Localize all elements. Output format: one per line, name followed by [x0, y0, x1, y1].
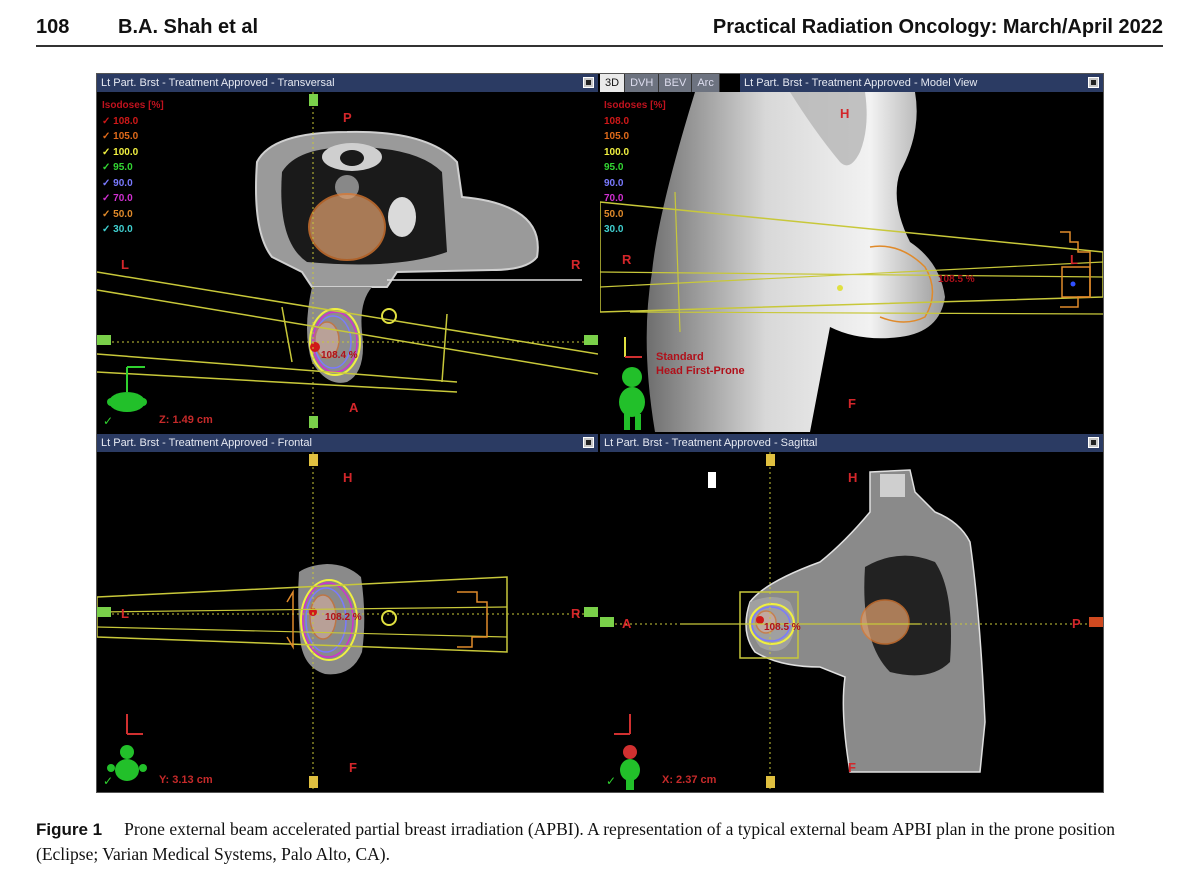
- dir-right-label: P: [1072, 616, 1081, 631]
- slice-coordinate: Y: 3.13 cm: [159, 774, 213, 786]
- check-icon: ✓: [103, 414, 114, 428]
- dir-right-label: R: [571, 606, 581, 621]
- sagittal-titlebar: Lt Part. Brst - Treatment Approved - Sag…: [600, 434, 1103, 452]
- slice-coordinate: Z: 1.49 cm: [159, 414, 213, 426]
- dir-right-label: L: [1070, 252, 1078, 267]
- tab-bev[interactable]: BEV: [659, 74, 693, 92]
- sagittal-title: Lt Part. Brst - Treatment Approved - Sag…: [604, 437, 818, 449]
- model-title: Lt Part. Brst - Treatment Approved - Mod…: [744, 77, 978, 89]
- treatment-plan-figure: Lt Part. Brst - Treatment Approved - Tra…: [96, 73, 1104, 793]
- model-titlebar: Lt Part. Brst - Treatment Approved - Mod…: [740, 74, 1103, 92]
- tab-arc[interactable]: Arc: [692, 74, 720, 92]
- isodose-row: 50.0: [604, 208, 624, 220]
- patient-orientation: Standard Head First-Prone: [656, 351, 745, 377]
- dir-left-label: L: [121, 606, 129, 621]
- dir-bottom-label: F: [848, 396, 856, 411]
- isodose-row: ✓ 50.0: [102, 208, 133, 220]
- sagittal-image: [600, 452, 1103, 792]
- slice-coordinate: X: 2.37 cm: [662, 774, 717, 786]
- dir-top-label: H: [840, 106, 850, 121]
- dir-top-label: H: [343, 470, 353, 485]
- isodose-row: 108.0: [604, 115, 630, 127]
- isodose-row: 95.0: [604, 162, 624, 173]
- isodose-row: 105.0: [604, 131, 630, 142]
- max-dose-label: 108.5 %: [764, 622, 801, 633]
- dir-bottom-label: A: [349, 400, 359, 415]
- dir-left-label: L: [121, 257, 129, 272]
- maximize-icon[interactable]: [1088, 437, 1099, 448]
- max-dose-label: 108.5 %: [938, 274, 975, 285]
- running-authors: B.A. Shah et al: [118, 16, 259, 38]
- transversal-titlebar: Lt Part. Brst - Treatment Approved - Tra…: [97, 74, 598, 92]
- isodose-row: 30.0: [604, 224, 624, 235]
- page-number: 108: [36, 16, 70, 38]
- isodose-row: ✓ 30.0: [102, 224, 133, 235]
- isodose-row: ✓ 100.0: [102, 146, 139, 158]
- model-3d-image: [600, 92, 1103, 432]
- caption-label: Figure 1: [36, 820, 103, 839]
- transversal-isodose-legend: Isodoses [%] ✓ 108.0 ✓ 105.0 ✓ 100.0 ✓ 9…: [102, 98, 164, 238]
- frontal-titlebar: Lt Part. Brst - Treatment Approved - Fro…: [97, 434, 598, 452]
- isodose-header: Isodoses [%]: [604, 100, 666, 111]
- transversal-view: Lt Part. Brst - Treatment Approved - Tra…: [97, 74, 598, 432]
- max-dose-label: 108.4 %: [321, 350, 358, 361]
- isodose-header: Isodoses [%]: [102, 100, 164, 111]
- figure-caption: Figure 1 Prone external beam accelerated …: [36, 817, 1164, 866]
- maximize-icon[interactable]: [583, 437, 594, 448]
- tab-3d[interactable]: 3D: [600, 74, 626, 92]
- dir-left-label: A: [622, 616, 632, 631]
- model-isodose-legend: Isodoses [%] 108.0 105.0 100.0 95.0 90.0…: [604, 98, 666, 238]
- sagittal-view: Lt Part. Brst - Treatment Approved - Sag…: [600, 434, 1103, 792]
- check-icon: ✓: [103, 774, 114, 788]
- header-rule: [36, 45, 1163, 47]
- isodose-row: 90.0: [604, 177, 624, 189]
- tab-dvh[interactable]: DVH: [625, 74, 660, 92]
- dir-left-label: R: [622, 252, 632, 267]
- isodose-row: ✓ 70.0: [102, 193, 133, 204]
- journal-title: Practical Radiation Oncology: March/Apri…: [712, 16, 1163, 38]
- transversal-title: Lt Part. Brst - Treatment Approved - Tra…: [101, 77, 335, 89]
- max-dose-label: 108.2 %: [325, 612, 362, 623]
- view-tabs: 3D DVH BEV Arc: [600, 74, 720, 92]
- dir-top-label: P: [343, 110, 352, 125]
- check-icon: ✓: [606, 774, 617, 788]
- isodose-row: ✓ 90.0: [102, 177, 133, 189]
- isodose-row: 100.0: [604, 146, 630, 158]
- dir-right-label: R: [571, 257, 581, 272]
- isodose-row: ✓ 105.0: [102, 131, 139, 142]
- dir-bottom-label: F: [349, 760, 357, 775]
- frontal-view: Lt Part. Brst - Treatment Approved - Fro…: [97, 434, 598, 792]
- isodose-row: ✓ 95.0: [102, 162, 133, 173]
- transversal-image: [97, 92, 598, 432]
- model-view: 3D DVH BEV Arc Lt Part. Brst - Treatment…: [600, 74, 1103, 432]
- isodose-row: 70.0: [604, 193, 624, 204]
- dir-bottom-label: F: [848, 760, 856, 775]
- isodose-row: ✓ 108.0: [102, 115, 139, 127]
- dir-top-label: H: [848, 470, 858, 485]
- caption-text: Prone external beam accelerated partial …: [36, 819, 1115, 864]
- frontal-title: Lt Part. Brst - Treatment Approved - Fro…: [101, 437, 312, 449]
- maximize-icon[interactable]: [583, 77, 594, 88]
- maximize-icon[interactable]: [1088, 77, 1099, 88]
